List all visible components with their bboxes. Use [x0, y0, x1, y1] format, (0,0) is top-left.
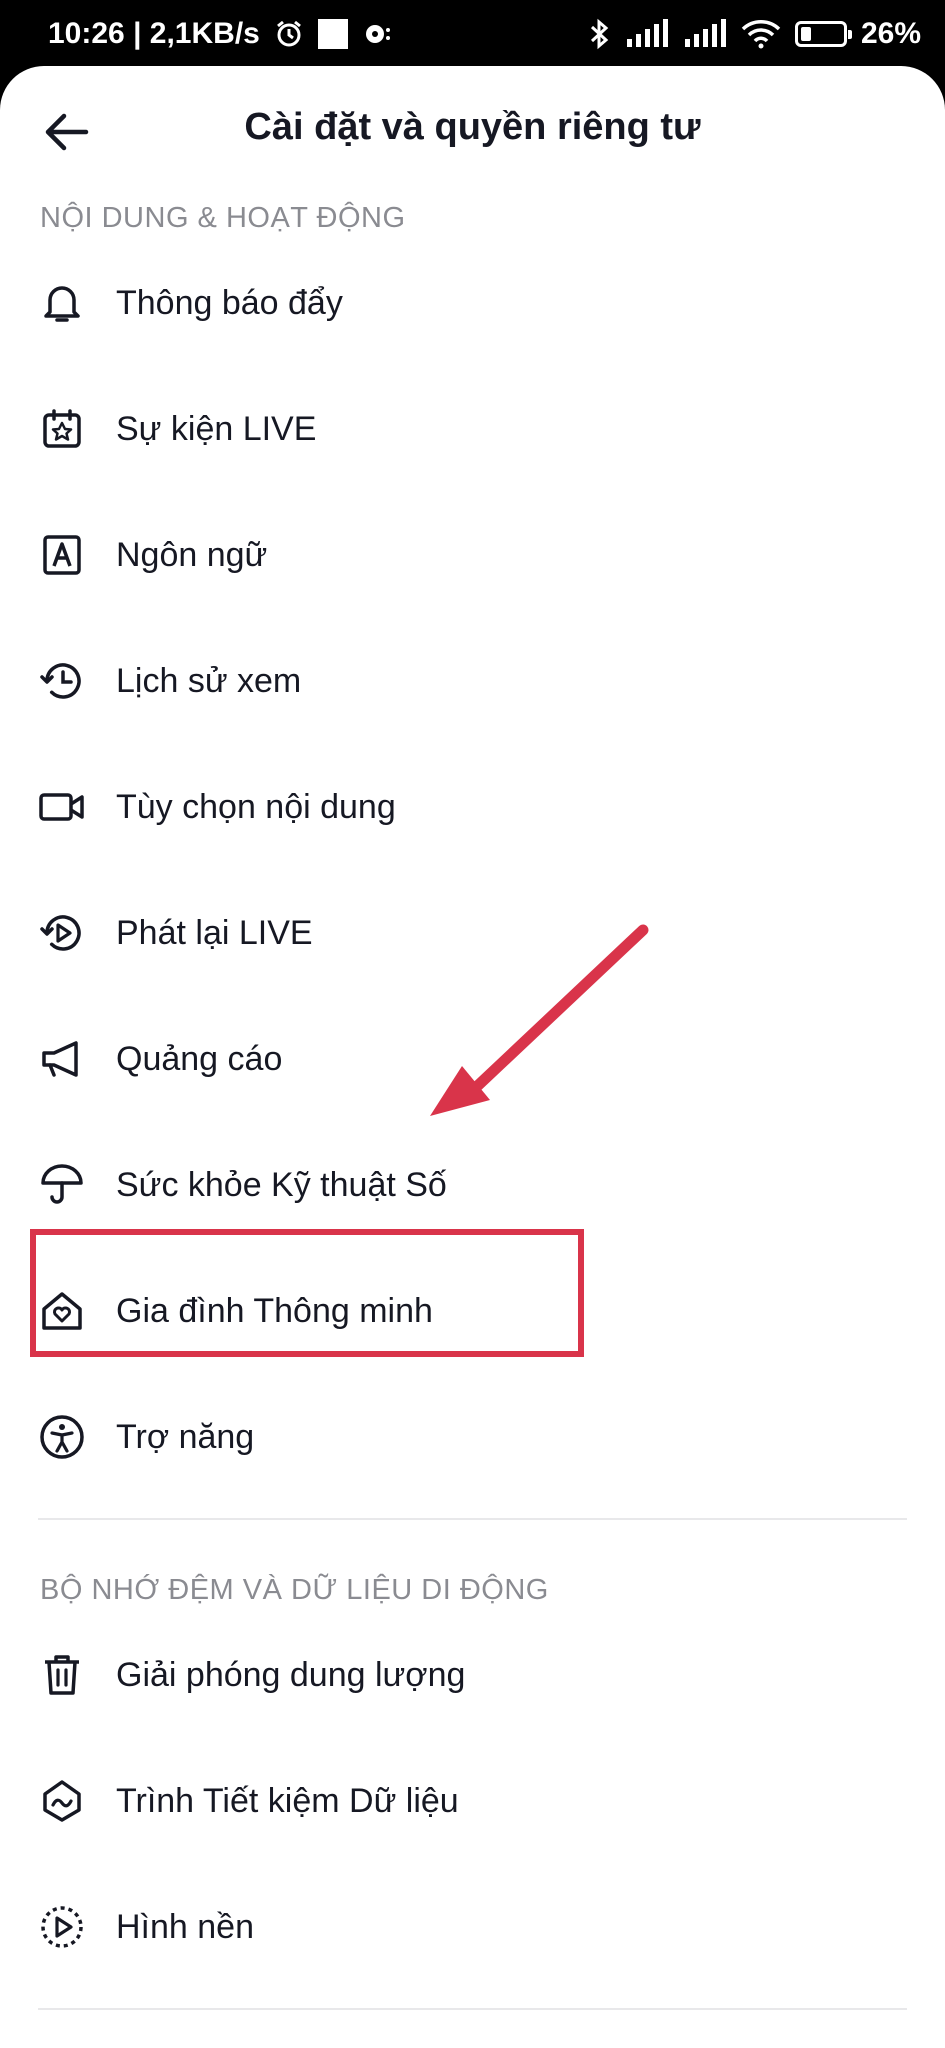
replay-icon — [38, 909, 86, 957]
wallpaper-icon — [38, 1903, 86, 1951]
header: Cài đặt và quyền riêng tư — [0, 66, 945, 196]
status-time-speed: 10:26 | 2,1KB/s — [48, 17, 260, 50]
list-item-label: Trình Tiết kiệm Dữ liệu — [116, 1781, 459, 1820]
status-bar-right: 26% — [589, 17, 921, 51]
history-icon — [38, 657, 86, 705]
battery-fill — [800, 27, 812, 41]
umbrella-icon — [38, 1161, 86, 1209]
list-item-label: Giải phóng dung lượng — [116, 1655, 466, 1694]
list-item[interactable]: Trình Tiết kiệm Dữ liệu — [0, 1738, 945, 1864]
list-item-label: Sức khỏe Kỹ thuật Số — [116, 1165, 447, 1204]
megaphone-icon — [38, 1035, 86, 1083]
list-item[interactable]: Tùy chọn nội dung — [0, 744, 945, 870]
alarm-icon — [274, 19, 304, 49]
list-item[interactable]: Thông báo đẩy — [0, 240, 945, 366]
list-item[interactable]: Quảng cáo — [0, 996, 945, 1122]
section-divider — [38, 2008, 907, 2010]
battery-percent: 26% — [860, 17, 921, 50]
list-item[interactable]: Sự kiện LIVE — [0, 366, 945, 492]
cache-data-list: Giải phóng dung lượng Trình Tiết kiệm Dữ… — [0, 1612, 945, 1990]
language-icon — [38, 531, 86, 579]
accessibility-icon — [38, 1413, 86, 1461]
list-item[interactable]: Ngôn ngữ — [0, 492, 945, 618]
list-item-label: Thông báo đẩy — [116, 283, 343, 322]
list-item-label: Phát lại LIVE — [116, 913, 313, 952]
section-title-cache-data: BỘ NHỚ ĐỆM VÀ DỮ LIỆU DI ĐỘNG — [40, 1574, 549, 1606]
signal-icon — [625, 19, 669, 49]
list-item-label: Ngôn ngữ — [116, 535, 268, 574]
list-item-label: Lịch sử xem — [116, 661, 302, 700]
list-item[interactable]: Giải phóng dung lượng — [0, 1612, 945, 1738]
notification-square-icon — [317, 19, 348, 49]
list-item-label: Hình nền — [116, 1907, 254, 1946]
wifi-icon — [741, 19, 781, 49]
bluetooth-icon — [589, 18, 611, 50]
app-notification-icon — [362, 19, 392, 49]
video-camera-icon — [38, 783, 86, 831]
list-item-label: Trợ năng — [116, 1417, 255, 1456]
signal-secondary-icon — [683, 19, 727, 49]
list-item[interactable]: Hình nền — [0, 1864, 945, 1990]
page-title: Cài đặt và quyền riêng tư — [244, 106, 701, 148]
list-item-label: Sự kiện LIVE — [116, 409, 317, 448]
highlight-box — [30, 1229, 584, 1357]
list-item[interactable]: Trợ năng — [0, 1374, 945, 1500]
list-item[interactable]: Lịch sử xem — [0, 618, 945, 744]
battery-icon — [794, 21, 852, 47]
section-title-content-activity: NỘI DUNG & HOẠT ĐỘNG — [40, 202, 406, 234]
trash-icon — [38, 1651, 86, 1699]
list-item[interactable]: Phát lại LIVE — [0, 870, 945, 996]
list-item-label: Quảng cáo — [116, 1039, 283, 1078]
status-bar-left: 10:26 | 2,1KB/s — [48, 17, 392, 51]
calendar-star-icon — [38, 405, 86, 453]
bell-icon — [38, 279, 86, 327]
list-item-label: Tùy chọn nội dung — [116, 787, 396, 826]
data-saver-icon — [38, 1777, 86, 1825]
settings-sheet: Cài đặt và quyền riêng tư NỘI DUNG & HOẠ… — [0, 66, 945, 2048]
